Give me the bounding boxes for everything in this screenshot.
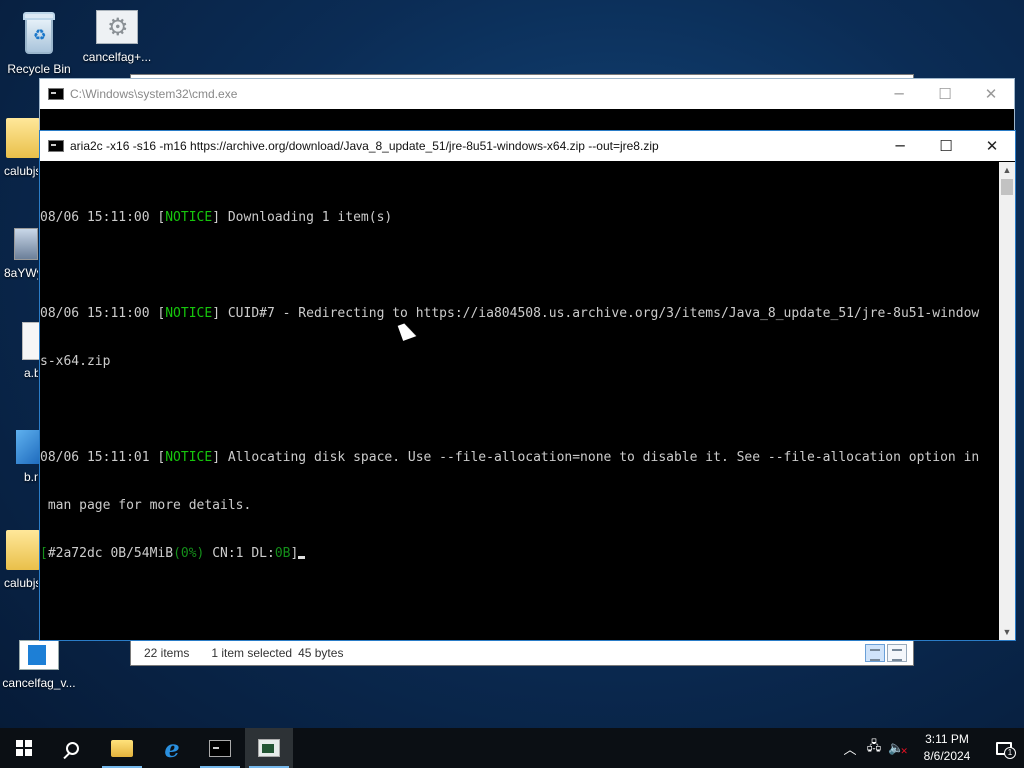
desktop-icon-text-file[interactable]: a.b xyxy=(0,322,48,380)
cmd-app-icon xyxy=(48,88,64,100)
cmd-window-title: C:\Windows\system32\cmd.exe xyxy=(70,87,238,101)
desktop-icon-label: calubjs xyxy=(4,164,38,178)
notice-tag: NOTICE xyxy=(165,450,213,465)
desktop-icon-label: Recycle Bin xyxy=(7,62,71,76)
desktop-icon-label: calubjs xyxy=(4,576,38,590)
recycle-bin-icon xyxy=(19,10,59,56)
taskbar-file-explorer[interactable] xyxy=(98,728,146,768)
command-prompt-icon xyxy=(209,739,231,757)
taskbar-command-prompt[interactable] xyxy=(196,728,244,768)
console-scrollbar[interactable]: ▲ ▼ xyxy=(999,162,1015,640)
desktop-icon-label: a.b xyxy=(24,366,38,380)
console-line: man page for more details. xyxy=(40,498,252,513)
view-switcher xyxy=(865,644,907,662)
search-button[interactable] xyxy=(48,728,96,768)
progress-percent: (0%) xyxy=(173,546,205,561)
internet-explorer-icon: e xyxy=(164,733,180,763)
action-center-button[interactable]: 1 xyxy=(984,728,1024,768)
details-view-button[interactable] xyxy=(865,644,885,662)
console-line: 08/06 15:11:00 [NOTICE] Downloading 1 it… xyxy=(40,210,393,225)
system-tray: ︿ 🖧 🔈 ✕ 3:11 PM 8/6/2024 1 xyxy=(838,728,1024,768)
notice-tag: NOTICE xyxy=(165,306,213,321)
aria2c-close-button[interactable]: ✕ xyxy=(969,131,1015,161)
desktop-icon-image[interactable]: 8aYWy xyxy=(0,228,38,280)
console-line: 08/06 15:11:00 [NOTICE] CUID#7 - Redirec… xyxy=(40,306,980,321)
desktop-icon-label: cancelfag+... xyxy=(82,50,152,64)
desktop-icon-label: cancelfag_v... xyxy=(2,676,76,690)
clock[interactable]: 3:11 PM 8/6/2024 xyxy=(910,731,984,765)
download-progress-line: [#2a72dc 0B/54MiB(0%) CN:1 DL:0B] xyxy=(40,546,999,562)
desktop-icon-label: b.n xyxy=(24,470,38,484)
aria2c-window[interactable]: aria2c -x16 -s16 -m16 https://archive.or… xyxy=(39,130,1016,641)
selection-count: 1 item selected xyxy=(211,645,293,660)
item-count: 22 items xyxy=(144,645,190,660)
cmd-title-bar[interactable]: C:\Windows\system32\cmd.exe ─ ☐ ✕ xyxy=(40,79,1014,109)
folder-icon xyxy=(6,530,40,570)
cmd-close-button[interactable]: ✕ xyxy=(968,79,1014,109)
desktop-icon-label: 8aYWy xyxy=(4,266,38,280)
windows-logo-icon xyxy=(16,740,32,756)
document-icon xyxy=(19,640,59,670)
taskbar-internet-explorer[interactable]: e xyxy=(148,728,196,768)
folder-icon xyxy=(6,118,40,158)
chevron-up-icon: ︿ xyxy=(843,741,857,757)
console-line: s-x64.zip xyxy=(40,354,111,369)
aria2c-minimize-button[interactable]: ─ xyxy=(877,131,923,161)
notice-tag: NOTICE xyxy=(165,210,213,225)
clock-time: 3:11 PM xyxy=(925,732,969,746)
text-cursor xyxy=(298,556,306,559)
file-explorer-icon xyxy=(111,739,133,757)
start-button[interactable] xyxy=(0,728,48,768)
console-output[interactable]: 08/06 15:11:00 [NOTICE] Downloading 1 it… xyxy=(40,162,999,640)
desktop-icon-cancelfag-doc[interactable]: cancelfag_v... xyxy=(1,640,77,690)
desktop-icon-recycle-bin[interactable]: Recycle Bin xyxy=(1,10,77,76)
selection-size: 45 bytes xyxy=(298,645,344,660)
search-icon xyxy=(65,741,79,755)
notification-count: 1 xyxy=(1004,747,1016,759)
console-line: 08/06 15:11:01 [NOTICE] Allocating disk … xyxy=(40,450,980,465)
aria2c-title-bar[interactable]: aria2c -x16 -s16 -m16 https://archive.or… xyxy=(40,131,1015,161)
settings-file-icon xyxy=(96,10,138,44)
large-icons-view-button[interactable] xyxy=(887,644,907,662)
image-file-icon xyxy=(14,228,38,260)
clock-date: 8/6/2024 xyxy=(923,749,971,763)
console-window-icon xyxy=(258,739,280,757)
scroll-up-arrow-icon[interactable]: ▲ xyxy=(999,162,1015,178)
network-button[interactable]: 🖧 xyxy=(862,728,886,768)
download-speed: 0B xyxy=(274,546,291,561)
desktop-icon-calubjs-folder[interactable]: calubjs xyxy=(0,118,40,178)
aria2c-maximize-button[interactable]: ☐ xyxy=(923,131,969,161)
cmd-minimize-button[interactable]: ─ xyxy=(876,79,922,109)
desktop-icon-package[interactable]: b.n xyxy=(0,430,42,484)
mute-x-icon: ✕ xyxy=(900,745,908,756)
desktop-icon-calubjs-folder-2[interactable]: calubjs xyxy=(0,530,40,590)
taskbar-console-window[interactable] xyxy=(245,728,293,768)
network-icon: 🖧 xyxy=(866,738,882,753)
desktop-icon-cancelfag-settings[interactable]: cancelfag+... xyxy=(79,10,155,64)
aria2c-window-title: aria2c -x16 -s16 -m16 https://archive.or… xyxy=(70,139,659,153)
console-app-icon xyxy=(48,140,64,152)
show-hidden-icons-button[interactable]: ︿ xyxy=(838,728,862,768)
scrollbar-thumb[interactable] xyxy=(1001,179,1013,195)
cmd-maximize-button[interactable]: ☐ xyxy=(922,79,968,109)
scroll-down-arrow-icon[interactable]: ▼ xyxy=(999,624,1015,640)
taskbar: e ︿ 🖧 🔈 ✕ 3:11 PM 8/6/2024 1 xyxy=(0,728,1024,768)
explorer-status-bar: 22 items 1 item selected 45 bytes xyxy=(131,639,913,665)
volume-button[interactable]: 🔈 ✕ xyxy=(886,728,910,768)
cmd-window[interactable]: C:\Windows\system32\cmd.exe ─ ☐ ✕ xyxy=(39,78,1015,135)
